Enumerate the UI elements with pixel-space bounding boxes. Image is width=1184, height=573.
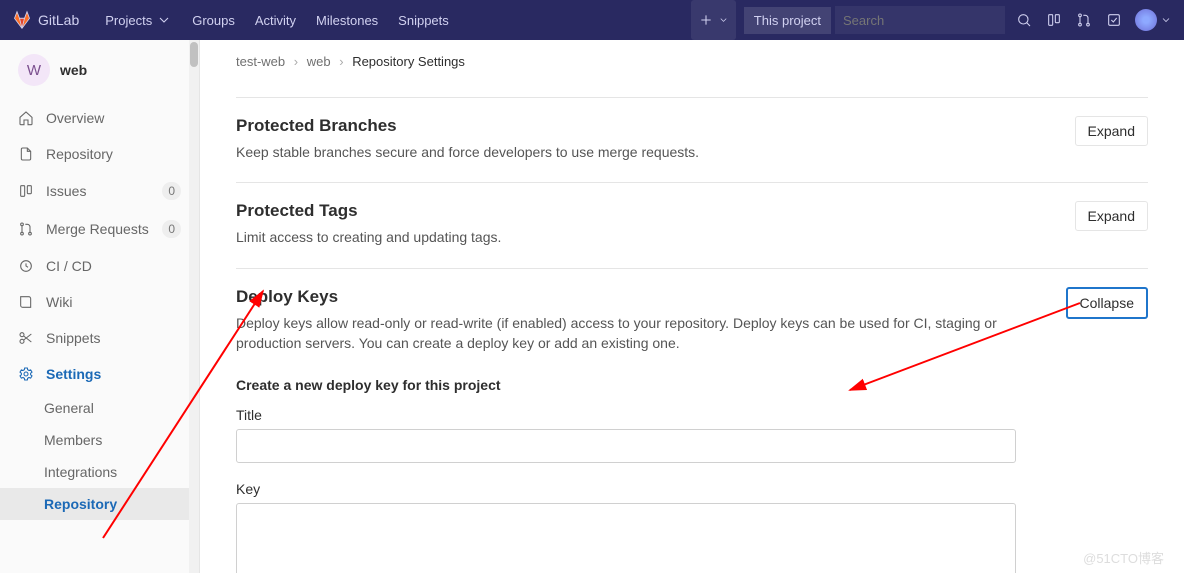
breadcrumb-project[interactable]: web (307, 54, 331, 69)
section-protected-tags: Protected Tags Limit access to creating … (236, 182, 1148, 267)
expand-button[interactable]: Expand (1075, 116, 1148, 146)
nav-issues-icon[interactable] (1039, 12, 1069, 28)
section-title: Deploy Keys (236, 287, 1016, 307)
mr-badge: 0 (162, 220, 181, 238)
content-area: test-web › web › Repository Settings Pro… (200, 40, 1184, 573)
sidebar: W web Overview Repository Issues0 Merge … (0, 40, 200, 573)
nav-mr-icon[interactable] (1069, 12, 1099, 28)
search-input[interactable] (843, 13, 997, 28)
project-avatar: W (18, 54, 50, 86)
sidebar-sub-repository[interactable]: Repository (0, 488, 199, 520)
title-input[interactable] (236, 429, 1016, 463)
scissors-icon (18, 330, 34, 346)
issues-badge: 0 (162, 182, 181, 200)
collapse-button[interactable]: Collapse (1066, 287, 1148, 319)
section-desc: Keep stable branches secure and force de… (236, 142, 699, 162)
sidebar-sub-integrations[interactable]: Integrations (0, 456, 199, 488)
chevron-down-icon (718, 12, 729, 28)
gitlab-logo[interactable]: GitLab (12, 10, 79, 30)
sidebar-item-repository[interactable]: Repository (0, 136, 199, 172)
chevron-down-icon (1160, 12, 1172, 28)
search-scope[interactable]: This project (744, 7, 831, 34)
sidebar-item-settings[interactable]: Settings (0, 356, 199, 392)
gear-icon (18, 366, 34, 382)
search-icon (1016, 12, 1032, 28)
breadcrumb-root[interactable]: test-web (236, 54, 285, 69)
section-protected-branches: Protected Branches Keep stable branches … (236, 97, 1148, 182)
section-title: Protected Branches (236, 116, 699, 136)
sidebar-item-merge-requests[interactable]: Merge Requests0 (0, 210, 199, 248)
breadcrumb: test-web › web › Repository Settings (236, 54, 1148, 69)
brand-text: GitLab (38, 12, 79, 28)
file-icon (18, 146, 34, 162)
expand-button[interactable]: Expand (1075, 201, 1148, 231)
merge-request-icon (18, 221, 34, 237)
watermark: @51CTO博客 (1083, 548, 1164, 567)
gitlab-icon (12, 10, 32, 30)
sidebar-project-header[interactable]: W web (0, 40, 199, 100)
sidebar-item-cicd[interactable]: CI / CD (0, 248, 199, 284)
sidebar-item-snippets[interactable]: Snippets (0, 320, 199, 356)
section-title: Protected Tags (236, 201, 501, 221)
sidebar-item-wiki[interactable]: Wiki (0, 284, 199, 320)
cicd-icon (18, 258, 34, 274)
board-icon (1046, 12, 1062, 28)
new-dropdown-button[interactable] (691, 0, 736, 40)
sidebar-item-overview[interactable]: Overview (0, 100, 199, 136)
section-desc: Deploy keys allow read-only or read-writ… (236, 313, 1016, 354)
home-icon (18, 110, 34, 126)
user-avatar[interactable] (1135, 9, 1157, 31)
nav-milestones[interactable]: Milestones (306, 0, 388, 40)
sidebar-scrollbar[interactable] (189, 40, 199, 573)
top-nav: GitLab Projects Groups Activity Mileston… (0, 0, 1184, 40)
nav-snippets[interactable]: Snippets (388, 0, 459, 40)
todo-icon (1106, 12, 1122, 28)
board-icon (18, 183, 34, 199)
search-area: This project (744, 0, 1039, 40)
section-desc: Limit access to creating and updating ta… (236, 227, 501, 247)
sidebar-sub-members[interactable]: Members (0, 424, 199, 456)
sidebar-item-issues[interactable]: Issues0 (0, 172, 199, 210)
form-header: Create a new deploy key for this project (236, 377, 1148, 393)
breadcrumb-current: Repository Settings (352, 54, 465, 69)
nav-todos-icon[interactable] (1099, 12, 1129, 28)
book-icon (18, 294, 34, 310)
key-textarea[interactable] (236, 503, 1016, 573)
project-name: web (60, 62, 87, 78)
chevron-down-icon (156, 12, 172, 28)
key-label: Key (236, 481, 1148, 497)
sidebar-sub-general[interactable]: General (0, 392, 199, 424)
search-box (835, 6, 1005, 34)
merge-request-icon (1076, 12, 1092, 28)
nav-groups[interactable]: Groups (182, 0, 245, 40)
section-deploy-keys: Deploy Keys Deploy keys allow read-only … (236, 268, 1148, 573)
nav-activity[interactable]: Activity (245, 0, 306, 40)
title-label: Title (236, 407, 1148, 423)
nav-projects[interactable]: Projects (95, 0, 182, 40)
plus-icon (698, 12, 714, 28)
search-button[interactable] (1009, 12, 1039, 28)
